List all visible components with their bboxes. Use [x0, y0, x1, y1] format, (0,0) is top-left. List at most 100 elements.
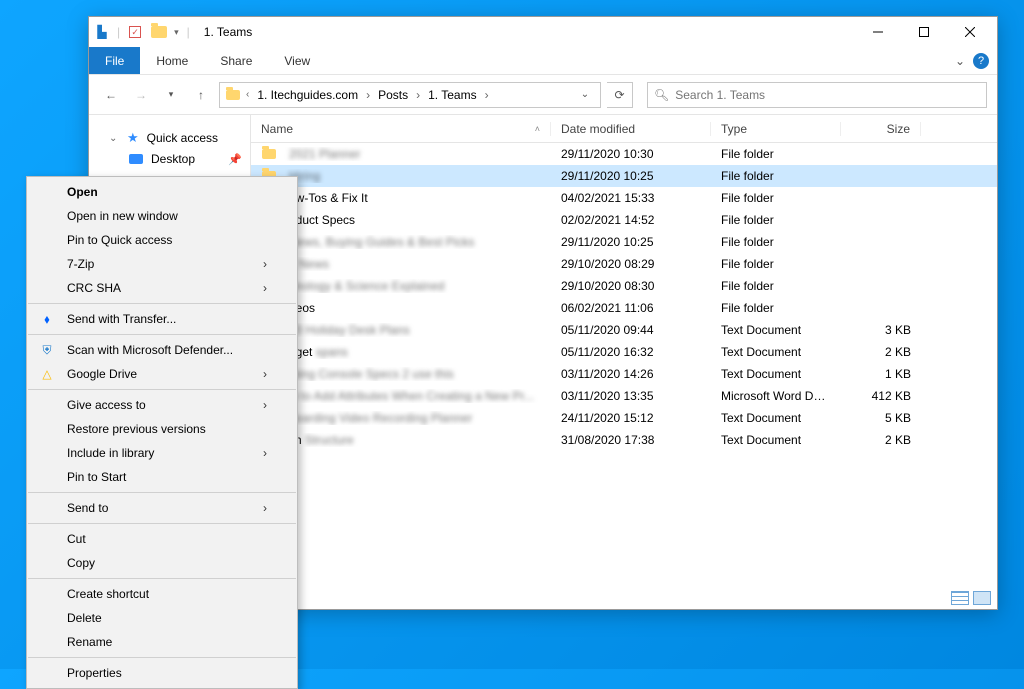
cell-name: hnology & Science Explained	[279, 279, 551, 293]
minimize-button[interactable]	[855, 17, 901, 47]
ribbon-expand-icon[interactable]: ⌄	[955, 54, 965, 68]
cell-date: 24/11/2020 15:12	[551, 411, 711, 425]
column-name[interactable]: Name ˄	[251, 122, 551, 136]
file-row[interactable]: ow-Tos & Fix It04/02/2021 15:33File fold…	[251, 187, 997, 209]
address-bar[interactable]: ‹ 1. Itechguides.com › Posts › 1. Teams …	[219, 82, 601, 108]
ctx-7zip[interactable]: 7-Zip›	[27, 252, 297, 276]
cell-date: 03/11/2020 14:26	[551, 367, 711, 381]
file-row[interactable]: oduct Specs02/02/2021 14:52File folder	[251, 209, 997, 231]
file-row[interactable]: w to Add Attributes When Creating a New …	[251, 385, 997, 407]
file-row[interactable]: views, Buying Guides & Best Picks29/11/2…	[251, 231, 997, 253]
separator	[28, 303, 296, 304]
chevron-left-icon[interactable]: ‹	[246, 89, 249, 100]
tab-share[interactable]: Share	[204, 47, 268, 74]
file-row[interactable]: hnology & Science Explained29/10/2020 08…	[251, 275, 997, 297]
desktop-icon	[129, 154, 143, 164]
cell-name: im Structure	[279, 433, 551, 447]
ctx-delete[interactable]: Delete	[27, 606, 297, 630]
cell-name: ming Console Specs 2 use this	[279, 367, 551, 381]
chevron-right-icon[interactable]: ›	[485, 88, 489, 102]
tab-view[interactable]: View	[268, 47, 326, 74]
maximize-button[interactable]	[901, 17, 947, 47]
nav-desktop[interactable]: Desktop 📌	[89, 149, 250, 169]
explorer-icon: ▙	[93, 23, 111, 41]
ctx-send-transfer[interactable]: ⬧Send with Transfer...	[27, 307, 297, 331]
ctx-open-new-window[interactable]: Open in new window	[27, 204, 297, 228]
close-button[interactable]	[947, 17, 993, 47]
window-title: 1. Teams	[204, 25, 252, 39]
back-button[interactable]: ←	[99, 83, 123, 107]
file-row[interactable]: 2021 Planner29/11/2020 10:30File folder	[251, 143, 997, 165]
chevron-right-icon[interactable]: ›	[416, 88, 420, 102]
breadcrumb-3[interactable]: 1. Teams	[424, 88, 480, 102]
nav-quick-access[interactable]: ⌄ ★ Quick access	[89, 127, 250, 149]
up-button[interactable]: ↑	[189, 83, 213, 107]
cell-date: 02/02/2021 14:52	[551, 213, 711, 227]
cell-type: File folder	[711, 279, 841, 293]
ctx-restore-versions[interactable]: Restore previous versions	[27, 417, 297, 441]
recent-locations-icon[interactable]: ▾	[159, 83, 183, 107]
ctx-pin-quick-access[interactable]: Pin to Quick access	[27, 228, 297, 252]
cell-date: 04/02/2021 15:33	[551, 191, 711, 205]
search-input[interactable]	[675, 88, 980, 102]
cell-type: File folder	[711, 191, 841, 205]
ctx-properties[interactable]: Properties	[27, 661, 297, 685]
cell-type: Microsoft Word Doc...	[711, 389, 841, 403]
nav-label: Quick access	[147, 131, 218, 145]
column-date[interactable]: Date modified	[551, 122, 711, 136]
view-mode-icons	[951, 591, 991, 605]
column-size[interactable]: Size	[841, 122, 921, 136]
cell-type: File folder	[711, 257, 841, 271]
ctx-create-shortcut[interactable]: Create shortcut	[27, 582, 297, 606]
column-type[interactable]: Type	[711, 122, 841, 136]
chevron-down-icon[interactable]: ⌄	[109, 133, 119, 144]
cell-name: oduct Specs	[279, 213, 551, 227]
address-dropdown-icon[interactable]: ⌄	[574, 89, 596, 100]
file-row[interactable]: dget spans05/11/2020 16:32Text Document2…	[251, 341, 997, 363]
ctx-label: Give access to	[67, 398, 146, 412]
qat-dropdown-icon[interactable]: ▾	[174, 27, 179, 38]
cell-date: 06/02/2021 11:06	[551, 301, 711, 315]
tab-file[interactable]: File	[89, 47, 140, 74]
file-row[interactable]: h News29/10/2020 08:29File folder	[251, 253, 997, 275]
help-icon[interactable]: ?	[973, 53, 989, 69]
cell-type: Text Document	[711, 345, 841, 359]
forward-button[interactable]: →	[129, 83, 153, 107]
ctx-give-access[interactable]: Give access to ›	[27, 393, 297, 417]
ctx-rename[interactable]: Rename	[27, 630, 297, 654]
view-details-icon[interactable]	[951, 591, 969, 605]
chevron-right-icon: ›	[263, 398, 267, 412]
ctx-include-library[interactable]: Include in library›	[27, 441, 297, 465]
cell-size: 2 KB	[841, 345, 921, 359]
file-row[interactable]: deos06/02/2021 11:06File folder	[251, 297, 997, 319]
ctx-defender[interactable]: ⛨Scan with Microsoft Defender...	[27, 338, 297, 362]
cell-name: w to Add Attributes When Creating a New …	[279, 389, 551, 403]
tab-home[interactable]: Home	[140, 47, 204, 74]
folder-icon	[259, 149, 279, 159]
ctx-google-drive[interactable]: △Google Drive›	[27, 362, 297, 386]
file-row[interactable]: im Structure31/08/2020 17:38Text Documen…	[251, 429, 997, 451]
ctx-crc-sha[interactable]: CRC SHA›	[27, 276, 297, 300]
file-row[interactable]: boarding Video Recording Planner24/11/20…	[251, 407, 997, 429]
cell-type: Text Document	[711, 433, 841, 447]
breadcrumb-2[interactable]: Posts	[374, 88, 412, 102]
breadcrumb-1[interactable]: 1. Itechguides.com	[253, 88, 362, 102]
ctx-open[interactable]: Open	[27, 180, 297, 204]
cell-name: 2021 Planner	[279, 147, 551, 161]
ctx-cut[interactable]: Cut	[27, 527, 297, 551]
column-label: Name	[261, 122, 293, 136]
ctx-pin-start[interactable]: Pin to Start	[27, 465, 297, 489]
file-row[interactable]: Hiring29/11/2020 10:25File folder	[251, 165, 997, 187]
file-row[interactable]: ming Console Specs 2 use this03/11/2020 …	[251, 363, 997, 385]
chevron-right-icon[interactable]: ›	[366, 88, 370, 102]
search-box[interactable]: 🔍︎	[647, 82, 987, 108]
ctx-copy[interactable]: Copy	[27, 551, 297, 575]
cell-type: File folder	[711, 213, 841, 227]
refresh-button[interactable]: ⟳	[607, 82, 633, 108]
qat-properties-icon[interactable]: ✓	[126, 23, 144, 41]
ctx-send-to[interactable]: Send to›	[27, 496, 297, 520]
google-drive-icon: △	[39, 366, 55, 382]
cell-name: Hiring	[279, 169, 551, 183]
file-row[interactable]: 20 Holiday Desk Plans05/11/2020 09:44Tex…	[251, 319, 997, 341]
view-large-icon[interactable]	[973, 591, 991, 605]
